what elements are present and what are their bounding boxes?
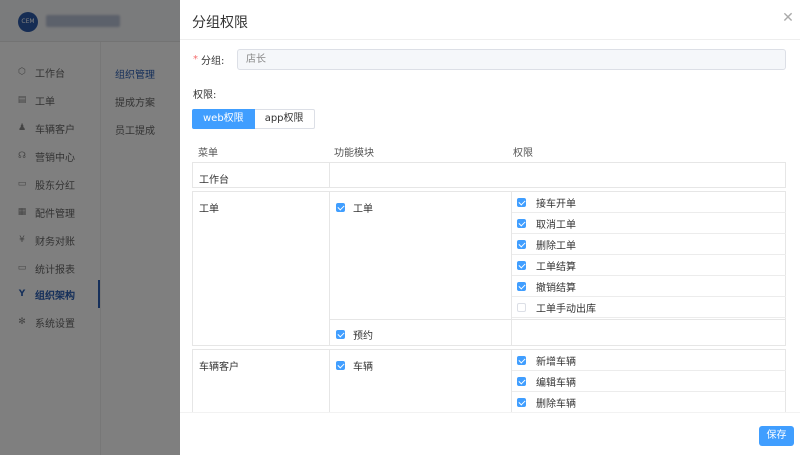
module-cell — [330, 163, 512, 187]
header-permission: 权限 — [513, 148, 533, 159]
checkbox-checked[interactable] — [336, 203, 345, 212]
tab-app-permissions[interactable]: app权限 — [254, 109, 315, 129]
required-mark: * — [193, 54, 198, 65]
checkbox-checked[interactable] — [517, 397, 526, 407]
checkbox-checked[interactable] — [336, 361, 345, 370]
divider — [512, 319, 786, 320]
checkbox-checked[interactable] — [517, 218, 526, 228]
checkbox-checked[interactable] — [336, 330, 345, 339]
perm-item[interactable]: 编辑车辆 — [512, 371, 786, 392]
group-input[interactable]: 店长 — [237, 49, 786, 70]
checkbox-checked[interactable] — [517, 239, 526, 249]
dialog-title: 分组权限 — [192, 15, 248, 31]
tab-web-permissions[interactable]: web权限 — [192, 109, 255, 129]
perm-item[interactable]: 工单手动出库 — [512, 297, 786, 318]
checkbox-checked[interactable] — [517, 376, 526, 386]
group-permission-dialog: 分组权限 ✕ * 分组: 店长 权限: web权限 app权限 菜单 功能模块 … — [180, 0, 800, 455]
header-module: 功能模块 — [334, 148, 374, 159]
checkbox-checked[interactable] — [517, 281, 526, 291]
checkbox-checked[interactable] — [517, 260, 526, 270]
table-row: 工作台 — [192, 162, 786, 188]
close-icon[interactable]: ✕ — [780, 10, 796, 26]
perm-item[interactable]: 新增车辆 — [512, 350, 786, 371]
table-row: 工单 工单 接车开单 取消工单 删除工单 工单结算 撤销结算 工单手动出库 预约 — [192, 191, 786, 346]
dialog-footer: 保存 — [180, 412, 800, 455]
menu-cell: 车辆客户 — [193, 350, 330, 419]
checkbox-checked[interactable] — [517, 355, 526, 365]
perm-item[interactable]: 删除车辆 — [512, 392, 786, 413]
menu-cell: 工单 — [193, 192, 330, 345]
header-menu: 菜单 — [198, 148, 218, 159]
dialog-header: 分组权限 ✕ — [180, 0, 800, 40]
perm-item[interactable]: 撤销结算 — [512, 276, 786, 297]
menu-cell: 工作台 — [193, 163, 330, 187]
group-field-label: * 分组: — [193, 54, 225, 67]
save-button[interactable]: 保存 — [759, 426, 794, 446]
divider — [330, 319, 512, 320]
perm-item[interactable]: 取消工单 — [512, 213, 786, 234]
perm-item[interactable]: 删除工单 — [512, 234, 786, 255]
module-checkbox-vehicle[interactable]: 车辆 — [336, 358, 373, 373]
module-checkbox-appointment[interactable]: 预约 — [336, 327, 373, 342]
perm-item[interactable]: 接车开单 — [512, 192, 786, 213]
permissions-label: 权限: — [193, 90, 217, 101]
module-checkbox-workorder[interactable]: 工单 — [336, 200, 373, 215]
permission-tabs: web权限 app权限 — [192, 109, 315, 129]
table-row: 车辆客户 车辆 新增车辆 编辑车辆 删除车辆 — [192, 349, 786, 419]
perm-item[interactable]: 工单结算 — [512, 255, 786, 276]
checkbox-checked[interactable] — [517, 197, 526, 207]
checkbox-unchecked[interactable] — [517, 302, 526, 312]
